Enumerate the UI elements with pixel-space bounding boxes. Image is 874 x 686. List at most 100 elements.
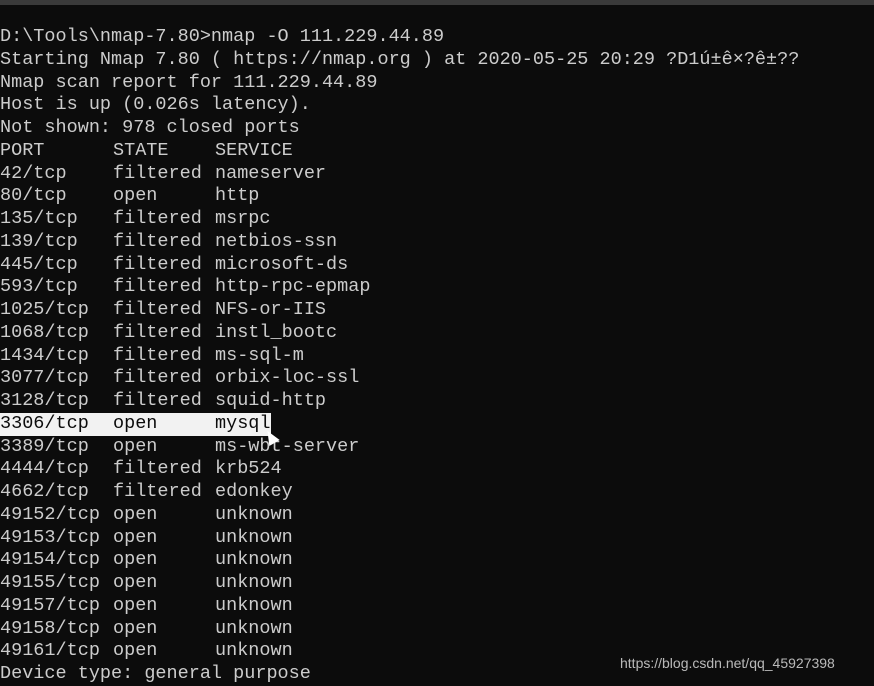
state-cell: open <box>113 549 158 571</box>
port-cell: 445/tcp <box>0 253 78 275</box>
service-cell: unknown <box>215 572 293 593</box>
state-cell: filtered <box>113 390 202 411</box>
port-cell: 49152/tcp <box>0 503 100 525</box>
port-cell: 1068/tcp <box>0 321 89 343</box>
state-cell: filtered <box>113 481 202 502</box>
port-cell: 80/tcp <box>0 185 67 207</box>
port-row: 4444/tcp filtered krb524 <box>0 458 799 481</box>
service-cell: SERVICE <box>215 139 293 161</box>
port-cell: 49157/tcp <box>0 594 100 616</box>
port-cell: 4662/tcp <box>0 481 89 502</box>
state-cell: filtered <box>113 230 202 252</box>
service-cell: netbios-ssn <box>215 230 338 252</box>
state-cell: open <box>113 594 158 616</box>
port-cell: 1025/tcp <box>0 299 89 320</box>
port-table-header: PORT STATE SERVICE <box>0 140 799 163</box>
service-cell: ms-wbt-server <box>215 435 360 457</box>
state-cell: filtered <box>113 208 202 229</box>
port-row: 1025/tcp filtered NFS-or-IIS <box>0 299 799 322</box>
state-cell: open <box>113 435 158 457</box>
port-row: 139/tcp filtered netbios-ssn <box>0 231 799 254</box>
port-cell: PORT <box>0 139 45 161</box>
service-cell: http-rpc-epmap <box>215 276 371 298</box>
state-cell: filtered <box>113 458 202 480</box>
port-cell: 49153/tcp <box>0 526 100 548</box>
output-line: Nmap scan report for 111.229.44.89 <box>0 71 378 93</box>
port-row: 445/tcp filtered microsoft-ds <box>0 254 799 277</box>
service-cell: microsoft-ds <box>215 253 349 275</box>
terminal-output[interactable]: D:\Tools\nmap-7.80>nmap -O 111.229.44.89… <box>0 26 799 686</box>
service-cell: http <box>215 185 260 207</box>
port-row: 49157/tcp open unknown <box>0 595 799 618</box>
service-cell: ms-sql-m <box>215 344 304 366</box>
port-row: 1434/tcp filtered ms-sql-m <box>0 345 799 368</box>
output-line: D:\Tools\nmap-7.80>nmap -O 111.229.44.89 <box>0 26 445 47</box>
output-line: Host is up (0.026s latency). <box>0 94 311 116</box>
port-row: 49153/tcp open unknown <box>0 527 799 550</box>
state-cell: filtered <box>113 367 202 389</box>
port-cell: 49155/tcp <box>0 572 100 593</box>
state-cell: open <box>113 572 158 593</box>
port-cell: 49158/tcp <box>0 617 100 639</box>
port-row: 3389/tcp open ms-wbt-server <box>0 436 799 459</box>
service-cell: krb524 <box>215 458 282 480</box>
state-cell: open <box>113 526 158 548</box>
state-cell: STATE <box>113 139 169 161</box>
service-cell: unknown <box>215 640 293 662</box>
port-cell: 3128/tcp <box>0 390 89 411</box>
port-cell: 49154/tcp <box>0 549 100 571</box>
port-row: 4662/tcp filtered edonkey <box>0 481 799 504</box>
port-row: 49154/tcp open unknown <box>0 549 799 572</box>
window-title-bar <box>0 0 874 5</box>
service-cell: NFS-or-IIS <box>215 299 327 320</box>
port-row: 49158/tcp open unknown <box>0 618 799 641</box>
output-line: Not shown: 978 closed ports <box>0 117 300 138</box>
service-cell: squid-http <box>215 390 327 411</box>
state-cell: filtered <box>113 299 202 320</box>
service-cell: mysql <box>215 412 271 434</box>
port-cell: 42/tcp <box>0 162 67 184</box>
service-cell: instl_bootc <box>215 321 338 343</box>
state-cell: open <box>113 412 158 434</box>
state-cell: filtered <box>113 321 202 343</box>
port-row: 135/tcp filtered msrpc <box>0 208 799 231</box>
service-cell: unknown <box>215 526 293 548</box>
text-selection[interactable]: 3306/tcp open mysql <box>0 412 271 436</box>
state-cell: filtered <box>113 253 202 275</box>
service-cell: edonkey <box>215 481 293 502</box>
output-line: Starting Nmap 7.80 ( https://nmap.org ) … <box>0 48 800 70</box>
service-cell: unknown <box>215 594 293 616</box>
service-cell: unknown <box>215 549 293 571</box>
port-cell: 3389/tcp <box>0 435 89 457</box>
port-row: 42/tcp filtered nameserver <box>0 163 799 186</box>
port-cell: 3077/tcp <box>0 367 89 389</box>
state-cell: filtered <box>113 344 202 366</box>
state-cell: open <box>113 617 158 639</box>
port-row: 1068/tcp filtered instl_bootc <box>0 322 799 345</box>
state-cell: filtered <box>113 276 202 298</box>
port-row: 593/tcp filtered http-rpc-epmap <box>0 276 799 299</box>
service-cell: unknown <box>215 617 293 639</box>
port-cell: 593/tcp <box>0 276 78 298</box>
port-row: 3306/tcp open mysql <box>0 412 799 436</box>
port-cell: 3306/tcp <box>0 412 89 434</box>
port-cell: 135/tcp <box>0 208 78 229</box>
port-row: 3128/tcp filtered squid-http <box>0 390 799 413</box>
state-cell: filtered <box>113 162 202 184</box>
service-cell: msrpc <box>215 208 271 229</box>
port-cell: 4444/tcp <box>0 458 89 480</box>
port-cell: 1434/tcp <box>0 344 89 366</box>
state-cell: open <box>113 640 158 662</box>
port-cell: 139/tcp <box>0 230 78 252</box>
service-cell: unknown <box>215 503 293 525</box>
state-cell: open <box>113 503 158 525</box>
state-cell: open <box>113 185 158 207</box>
port-row: 49155/tcp open unknown <box>0 572 799 595</box>
service-cell: orbix-loc-ssl <box>215 367 360 389</box>
port-row: 49152/tcp open unknown <box>0 504 799 527</box>
port-row: 3077/tcp filtered orbix-loc-ssl <box>0 367 799 390</box>
watermark: https://blog.csdn.net/qq_45927398 <box>620 655 835 671</box>
port-cell: 49161/tcp <box>0 640 100 662</box>
port-row: 80/tcp open http <box>0 185 799 208</box>
service-cell: nameserver <box>215 162 327 184</box>
